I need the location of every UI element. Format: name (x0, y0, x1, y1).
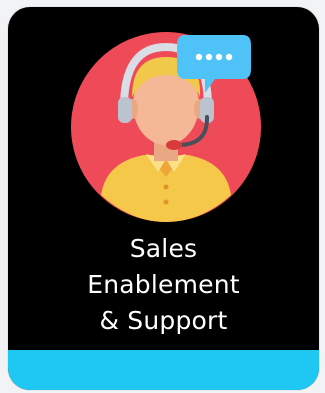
card-title-line-3: & Support (99, 306, 228, 335)
card-title: Sales Enablement & Support (8, 231, 319, 339)
card-title-line-2: Enablement (87, 270, 240, 299)
page: Sales Enablement & Support (0, 0, 325, 393)
chat-bubble-icon (177, 35, 251, 93)
card-title-line-1: Sales (129, 234, 198, 263)
card-accent-bar (8, 350, 319, 390)
service-card[interactable]: Sales Enablement & Support (8, 7, 319, 390)
